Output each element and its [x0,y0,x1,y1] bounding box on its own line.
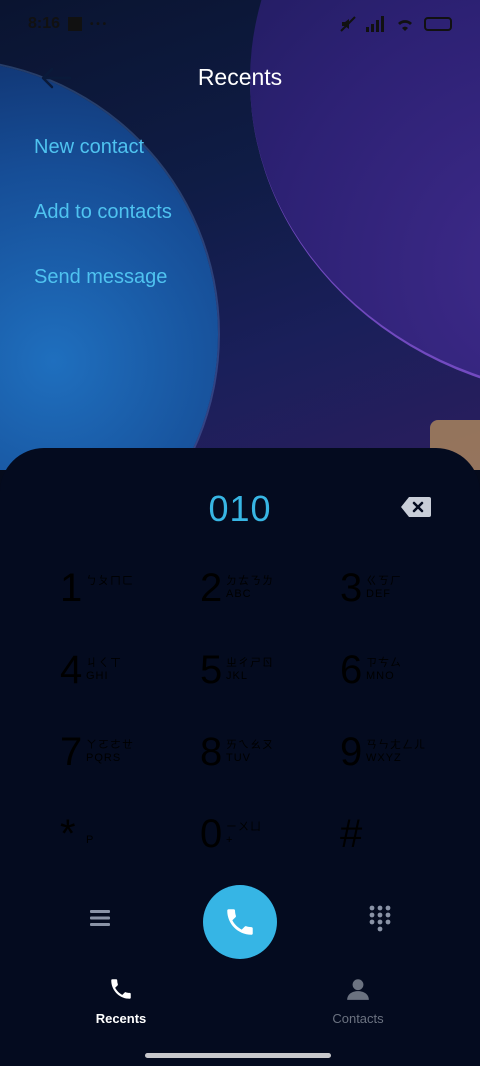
backspace-button[interactable] [400,496,432,518]
dialpad-icon [369,905,391,932]
header: Recents [0,52,480,104]
key-zhuyin: ㄐㄑㄒ [86,657,122,669]
key-digit: 5 [200,648,223,692]
key-zhuyin: ㄗㄘㄙ [366,657,402,669]
nav-contacts[interactable]: Contacts [298,976,418,1026]
key-digit: 0 [200,812,223,856]
nav-recents-label: Recents [95,1011,147,1026]
key-3[interactable]: 3 ㄍㄎㄏ DEF [340,558,460,618]
key-star[interactable]: * P [60,804,180,864]
key-zhuyin: ㄚㄛㄜㄝ [86,739,134,751]
battery-icon [424,17,452,31]
key-letters: WXYZ [366,752,402,764]
key-letters: GHI [86,670,109,682]
key-letters: ABC [226,588,252,600]
send-message-link[interactable]: Send message [34,266,167,289]
page-title: Recents [197,64,283,90]
key-digit: 4 [60,648,83,692]
backspace-icon [401,497,431,517]
key-5[interactable]: 5 ㄓㄔㄕㄖ JKL [200,640,320,700]
key-letters: MNO [366,670,395,682]
status-dots: • • • [90,18,107,30]
key-digit: 6 [340,648,363,692]
key-letters: P [86,834,95,846]
key-digit: 8 [200,730,223,774]
key-letters: PQRS [86,752,122,764]
status-bar: 8:16 • • • [0,0,480,48]
key-zhuyin: ㄧㄨㄩ [226,821,262,833]
wallpaper-blue-shape [0,60,218,470]
wifi-icon [398,20,412,31]
menu-icon [90,910,110,926]
signal-icon [366,16,384,32]
phone-icon [227,909,253,935]
dialpad-panel: 010 1 ㄅㄆㄇㄈ 2 ㄉㄊㄋㄌ ABC 3 ㄍㄎㄏ DEF 4 ㄐㄑㄒ GH… [0,448,480,1066]
dialpad-toggle-button[interactable] [368,904,392,932]
key-zhuyin: ㄍㄎㄏ [366,575,402,587]
key-hash[interactable]: # [340,804,460,864]
key-digit: 1 [60,566,83,610]
key-1[interactable]: 1 ㄅㄆㄇㄈ [60,558,180,618]
key-zhuyin: ㄞㄟㄠㄡ [226,739,274,751]
status-time: 8:16 [28,15,61,32]
key-zhuyin: ㄅㄆㄇㄈ [86,575,134,587]
key-zhuyin: ㄓㄔㄕㄖ [226,657,274,669]
key-digit: 9 [340,730,363,774]
key-9[interactable]: 9 ㄢㄣㄤㄥㄦ WXYZ [340,722,460,782]
new-contact-link[interactable]: New contact [34,136,144,159]
key-4[interactable]: 4 ㄐㄑㄒ GHI [60,640,180,700]
home-indicator[interactable] [145,1053,331,1058]
key-letters: DEF [366,588,391,600]
mute-icon [340,16,356,32]
menu-button[interactable] [88,906,112,930]
key-8[interactable]: 8 ㄞㄟㄠㄡ TUV [200,722,320,782]
status-left: 8:16 • • • [28,15,106,33]
key-2[interactable]: 2 ㄉㄊㄋㄌ ABC [200,558,320,618]
contact-icon [347,979,369,1000]
add-to-contacts-link[interactable]: Add to contacts [34,201,172,224]
bottom-nav: Recents Contacts [0,976,480,1036]
nav-recents[interactable]: Recents [61,976,181,1026]
key-0[interactable]: 0 ㄧㄨㄩ + [200,804,320,864]
key-digit: 2 [200,566,223,610]
key-6[interactable]: 6 ㄗㄘㄙ MNO [340,640,460,700]
phone-icon [111,979,131,999]
key-letters: JKL [226,670,248,682]
notification-icon [68,17,83,31]
nav-contacts-label: Contacts [332,1011,384,1026]
call-button[interactable] [203,885,277,959]
key-digit: 7 [60,730,83,774]
key-letters: + [226,834,234,846]
key-digit: # [340,812,363,856]
key-digit: 3 [340,566,363,610]
key-zhuyin: ㄉㄊㄋㄌ [226,575,274,587]
key-7[interactable]: 7 ㄚㄛㄜㄝ PQRS [60,722,180,782]
key-letters: TUV [226,752,251,764]
key-digit: * [60,812,76,856]
key-zhuyin: ㄢㄣㄤㄥㄦ [366,739,426,751]
status-right [340,16,452,32]
